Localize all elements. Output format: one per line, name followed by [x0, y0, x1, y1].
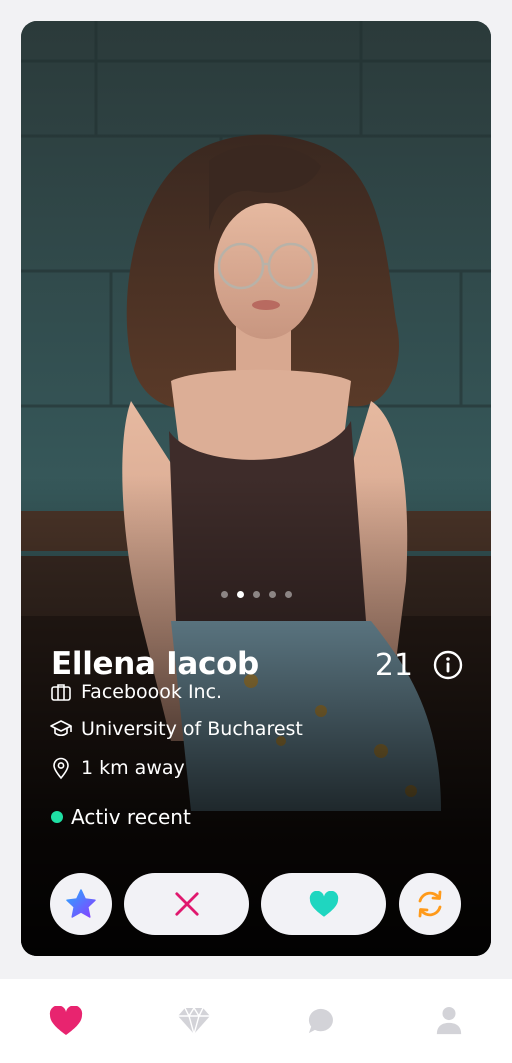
nope-button[interactable] [124, 873, 249, 935]
photo-pager-dot[interactable] [268, 591, 276, 598]
profile-company: Faceboook Inc. [49, 680, 222, 704]
photo-pager-dot[interactable] [220, 591, 228, 598]
refresh-icon [418, 890, 442, 918]
profile-card[interactable]: Ellena Iacob 21 Faceboook Inc. Universit… [21, 21, 491, 956]
bottom-nav [0, 979, 512, 1063]
profile-icon [436, 1007, 462, 1035]
photo-pager-dot[interactable] [284, 591, 292, 598]
nav-item-messages[interactable] [301, 1001, 341, 1041]
like-button[interactable] [261, 873, 386, 935]
diamond-icon [178, 1006, 210, 1036]
status-label: Activ recent [71, 805, 191, 829]
star-icon [66, 889, 96, 918]
nav-item-profile[interactable] [429, 1001, 469, 1041]
photo-pager[interactable] [21, 591, 491, 598]
distance-label: 1 km away [81, 757, 185, 779]
profile-age: 21 [374, 648, 413, 683]
heart-icon [309, 890, 338, 917]
school-label: University of Bucharest [81, 718, 303, 740]
profile-name: Ellena Iacob [51, 646, 259, 682]
location-pin-icon [53, 757, 69, 780]
info-icon[interactable] [433, 650, 463, 680]
graduation-cap-icon [50, 720, 72, 737]
status-dot [51, 811, 63, 823]
super-like-button[interactable] [50, 873, 112, 935]
profile-school: University of Bucharest [49, 717, 303, 741]
activity-status: Activ recent [51, 805, 191, 829]
briefcase-icon [51, 684, 71, 701]
nav-item-discover[interactable] [46, 1001, 86, 1041]
chat-icon [308, 1008, 333, 1034]
heart-icon [49, 1006, 83, 1035]
action-bar [50, 873, 461, 935]
company-label: Faceboook Inc. [81, 681, 223, 703]
nav-item-premium[interactable] [174, 1001, 214, 1041]
profile-distance: 1 km away [49, 756, 185, 780]
close-icon [174, 892, 199, 916]
photo-pager-dot-active[interactable] [236, 591, 244, 598]
photo-pager-dot[interactable] [252, 591, 260, 598]
rewind-button[interactable] [399, 873, 461, 935]
